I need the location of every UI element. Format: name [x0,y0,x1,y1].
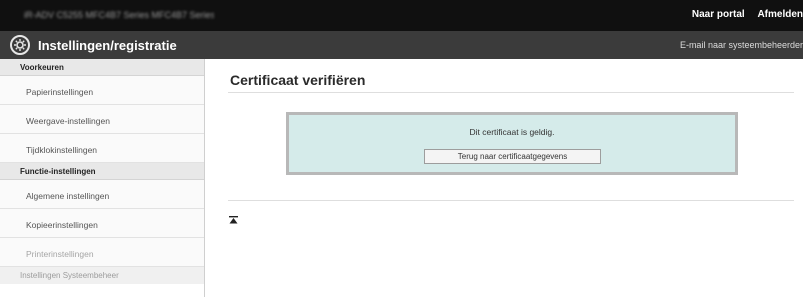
sidebar-item-timer-settings[interactable]: Tijdklokinstellingen [0,134,204,163]
back-to-top-icon[interactable] [229,211,238,224]
sidebar-item-general-settings[interactable]: Algemene instellingen [0,180,204,209]
sidebar-item-paper-settings[interactable]: Papierinstellingen [0,76,204,105]
sidebar-item-printer-settings[interactable]: Printerinstellingen [0,238,204,267]
sidebar-item-copy-settings[interactable]: Kopieerinstellingen [0,209,204,238]
app-title: Instellingen/registratie [38,38,177,53]
message-box: Dit certificaat is geldig. Terug naar ce… [286,112,738,175]
page-title: Certificaat verifiëren [230,72,366,88]
bottom-divider [228,200,794,201]
sidebar: Voorkeuren Papierinstellingen Weergave-i… [0,59,205,297]
top-bar: iR-ADV C5255 MFC4B7 Series MFC4B7 Series… [0,0,803,31]
title-divider [228,92,794,93]
back-to-certificate-details-button[interactable]: Terug naar certificaatgegevens [424,149,601,164]
sidebar-section-function-settings: Functie-instellingen [0,163,204,180]
sidebar-section-system-management[interactable]: Instellingen Systeembeheer [0,267,204,284]
sidebar-section-preferences: Voorkeuren [0,59,204,76]
settings-gear-icon [10,35,30,55]
top-links: Naar portal Afmelden [682,9,803,20]
email-admin-link[interactable]: E-mail naar systeembeheerder [680,40,803,50]
validity-message: Dit certificaat is geldig. [469,127,555,137]
device-name: iR-ADV C5255 MFC4B7 Series MFC4B7 Series [24,10,214,20]
portal-link[interactable]: Naar portal [692,9,745,20]
main-content: Certificaat verifiëren Dit certificaat i… [228,59,794,297]
logout-link[interactable]: Afmelden [757,9,803,20]
sidebar-item-display-settings[interactable]: Weergave-instellingen [0,105,204,134]
title-bar: Instellingen/registratie E-mail naar sys… [0,31,803,59]
